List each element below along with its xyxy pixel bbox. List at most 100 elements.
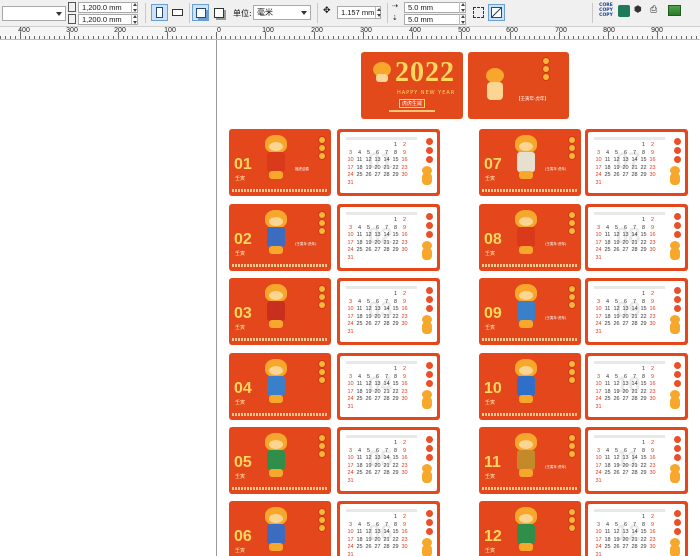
print-icon[interactable]: ⎙ [650,5,657,15]
page-landscape-button[interactable] [169,4,186,21]
dup-y-icon: ⇣ [392,14,398,22]
cover-front-card[interactable]: 2022 HAPPY NEW YEAR 虎虎生威 [361,52,463,119]
ruler-tick [681,36,683,39]
calendar-card-07[interactable]: 07 1 2 3 4 5 6 7 8 9 10 11 12 13 14 15 16 17 18 19 20 21 22 23 2… [585,129,688,196]
calendar-date: 4 [605,373,610,380]
image-icon[interactable] [668,5,681,16]
calendar-date: 25 [356,172,363,178]
current-page-button[interactable] [210,4,227,21]
lantern [426,445,433,452]
month-card-06[interactable]: 06 壬寅 [229,501,331,556]
calendar-date: 28 [631,544,638,550]
month-card-09[interactable]: 09 壬寅 (壬寅年·虎年) [479,278,581,345]
drawing-canvas[interactable]: 2022 HAPPY NEW YEAR 虎虎生威 【壬寅年·虎年】 01 壬寅 福虎… [0,40,700,556]
calendar-card-06[interactable]: 06 1 2 3 4 5 6 7 8 9 10 11 12 13 14 15 16 17 18 19 20 21 22 23 2… [337,501,440,556]
month-card-04[interactable]: 04 壬寅 [229,353,331,420]
calendar-date [630,142,639,148]
duplicate-x-field[interactable]: 5.0 mm [404,2,466,13]
calendar-date [612,291,621,297]
month-number: 05 [234,454,252,471]
month-card-01[interactable]: 01 壬寅 福虎迎春 [229,129,331,196]
weekday-header [594,361,665,364]
calendar-card-10[interactable]: 10 1 2 3 4 5 6 7 8 9 10 11 12 13 14 15 16 17 18 19 20 21 22 23 2… [585,353,688,420]
calendar-date: 4 [605,521,610,528]
page-height-field[interactable]: 1,200.0 mm [78,14,138,25]
calendar-date: 15 [392,157,399,163]
calendar-card-02[interactable]: 02 1 2 3 4 5 6 7 8 9 10 11 12 13 14 15 16 17 18 19 20 21 22 23 2… [337,204,440,271]
calendar-date: 2 [650,366,655,372]
page-width-field[interactable]: 1,200.0 mm [78,2,138,13]
weekday-header [346,509,417,512]
all-pages-button[interactable] [192,4,209,21]
ruler-tick [171,36,173,39]
calendar-date: 22 [640,388,647,395]
lantern [319,294,325,300]
lantern-string [569,286,577,310]
unit-dropdown[interactable]: 毫米 [253,5,311,20]
calendar-date: 12 [365,306,372,312]
calendar-date [603,440,612,446]
calendar-lanterns [674,510,681,537]
page-portrait-button[interactable] [151,4,168,21]
calendar-card-03[interactable]: 03 1 2 3 4 5 6 7 8 9 10 11 12 13 14 15 16 17 18 19 20 21 22 23 2… [337,278,440,345]
calendar-date: 19 [365,536,372,543]
ruler-tick [284,36,286,39]
duplicate-y-field[interactable]: 5.0 mm [404,14,466,25]
month-card-12[interactable]: 12 壬寅 [479,501,581,556]
paper-size-dropdown[interactable] [2,6,66,21]
month-card-02[interactable]: 02 壬寅 (壬寅年·虎年) [229,204,331,271]
snap-icon [473,7,484,18]
calendar-card-04[interactable]: 04 1 2 3 4 5 6 7 8 9 10 11 12 13 14 15 16 17 18 19 20 21 22 23 2… [337,353,440,420]
horizontal-ruler[interactable]: 400 300 200 100 0 100 200 300 400 500 600 700 800 900 [0,27,700,40]
width-spinner[interactable] [131,2,138,13]
tiger-illustration [261,507,291,556]
calendar-card-12[interactable]: 12 1 2 3 4 5 6 7 8 9 10 11 12 13 14 15 16 17 18 19 20 21 22 23 2… [585,501,688,556]
tiger-outfit [517,450,535,470]
calendar-date: 17 [595,388,602,395]
trim-button[interactable] [488,4,505,21]
calendar-date: 10 [347,306,354,312]
snap-button[interactable] [470,4,487,21]
calendar-date: 30 [649,247,656,253]
height-spinner[interactable] [131,14,138,25]
calendar-card-09[interactable]: 09 1 2 3 4 5 6 7 8 9 10 11 12 13 14 15 16 17 18 19 20 21 22 23 2… [585,278,688,345]
calendar-date: 19 [365,239,372,246]
calendar-date: 24 [595,396,602,402]
month-card-05[interactable]: 05 壬寅 [229,427,331,494]
ruler-tick [196,36,197,39]
dup-x-spinner[interactable] [459,2,466,13]
cover-back-card[interactable]: 【壬寅年·虎年】 [468,52,569,119]
calendar-date: 29 [392,470,399,476]
dup-y-spinner[interactable] [459,14,466,25]
ruler-tick [318,36,320,39]
month-card-10[interactable]: 10 壬寅 [479,353,581,420]
calendar-sheet: 01 1 2 3 4 5 6 7 8 9 10 11 12 13 14 15 16 17 18 19 20 21 22 23 2… [340,132,437,193]
calendar-date: 15 [640,232,647,238]
plugin-icon[interactable] [618,5,630,17]
calendar-date: 25 [356,321,363,327]
stamp-icon[interactable]: ⬢ [634,5,642,15]
lantern [319,220,325,226]
calendar-card-08[interactable]: 08 1 2 3 4 5 6 7 8 9 10 11 12 13 14 15 16 17 18 19 20 21 22 23 2… [585,204,688,271]
calendar-card-01[interactable]: 01 1 2 3 4 5 6 7 8 9 10 11 12 13 14 15 16 17 18 19 20 21 22 23 2… [337,129,440,196]
tiger-illustration [261,284,291,334]
month-card-11[interactable]: 11 壬寅 (壬寅年·虎年) [479,427,581,494]
calendar-date: 14 [383,157,390,163]
tiger-body [670,545,680,556]
calendar-card-11[interactable]: 11 1 2 3 4 5 6 7 8 9 10 11 12 13 14 15 16 17 18 19 20 21 22 23 2… [585,427,688,494]
calendar-date: 29 [640,172,647,178]
core-copy-icon[interactable]: CORE COPY COPY [598,3,614,18]
ruler-tick [632,36,634,39]
month-card-03[interactable]: 03 壬寅 [229,278,331,345]
lantern [674,528,681,535]
calendar-date: 14 [383,529,390,535]
calendar-date: 30 [649,172,656,178]
calendar-card-05[interactable]: 05 1 2 3 4 5 6 7 8 9 10 11 12 13 14 15 16 17 18 19 20 21 22 23 2… [337,427,440,494]
calendar-date: 1 [393,291,398,297]
calendar-date: 16 [401,232,408,238]
month-card-08[interactable]: 08 壬寅 (壬寅年·虎年) [479,204,581,271]
month-card-07[interactable]: 07 壬寅 (壬寅年·虎年) [479,129,581,196]
nudge-spinner[interactable] [375,7,382,18]
calendar-sheet: 04 1 2 3 4 5 6 7 8 9 10 11 12 13 14 15 16 17 18 19 20 21 22 23 2… [340,356,437,417]
ruler-tick [441,36,442,39]
